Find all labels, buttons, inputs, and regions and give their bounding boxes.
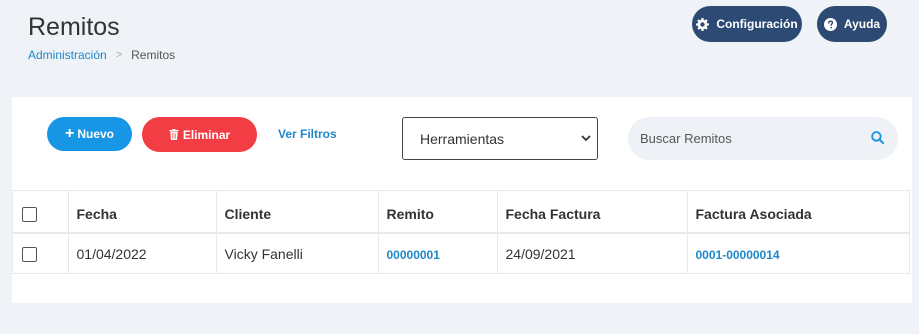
breadcrumb-separator: > — [115, 49, 123, 61]
page-title: Remitos — [28, 13, 120, 41]
select-all-cell — [13, 191, 69, 233]
table-row[interactable]: 01/04/2022 Vicky Fanelli 00000001 24/09/… — [13, 233, 909, 273]
new-button[interactable]: + Nuevo — [47, 117, 132, 151]
column-header-cliente[interactable]: Cliente — [216, 191, 379, 233]
config-button-label: Configuración — [716, 17, 798, 31]
search-input[interactable] — [640, 131, 860, 146]
new-button-label: Nuevo — [77, 127, 115, 141]
breadcrumb: Administración > Remitos — [28, 48, 175, 62]
gear-icon — [696, 17, 710, 31]
column-header-factura-asociada[interactable]: Factura Asociada — [687, 191, 909, 233]
select-all-checkbox[interactable] — [22, 206, 37, 222]
remitos-table: Fecha Cliente Remito Fecha Factura Factu… — [12, 190, 910, 274]
chevron-down-icon — [581, 131, 591, 145]
column-header-fecha-factura[interactable]: Fecha Factura — [497, 191, 688, 233]
column-header-remito[interactable]: Remito — [378, 191, 498, 233]
cell-remito-link[interactable]: 00000001 — [387, 248, 440, 262]
cell-factura-asociada-link[interactable]: 0001-00000014 — [696, 248, 780, 262]
breadcrumb-link-administracion[interactable]: Administración — [28, 48, 107, 62]
plus-icon: + — [64, 125, 75, 142]
category-select[interactable]: Herramientas — [402, 117, 598, 160]
cell-fecha: 01/04/2022 — [68, 233, 217, 273]
cell-factura-asociada-cell: 0001-00000014 — [687, 233, 909, 273]
table-header-row: Fecha Cliente Remito Fecha Factura Factu… — [13, 191, 909, 233]
cell-cliente: Vicky Fanelli — [216, 233, 379, 273]
help-button[interactable]: Ayuda — [817, 6, 887, 42]
trash-icon — [169, 129, 179, 140]
row-select-cell — [13, 233, 69, 273]
cell-fecha-factura: 24/09/2021 — [497, 233, 688, 273]
config-button[interactable]: Configuración — [692, 6, 802, 42]
delete-button-label: Eliminar — [182, 127, 231, 142]
category-select-value: Herramientas — [420, 130, 505, 147]
help-button-label: Ayuda — [843, 17, 881, 31]
delete-button[interactable]: Eliminar — [142, 117, 257, 152]
column-header-fecha[interactable]: Fecha — [68, 191, 217, 233]
show-filters-link[interactable]: Ver Filtros — [278, 127, 337, 141]
search-box — [628, 117, 898, 160]
search-icon[interactable] — [871, 131, 884, 144]
remitos-panel: + Nuevo Eliminar Ver Filtros Herramienta… — [12, 97, 912, 303]
cell-remito-cell: 00000001 — [378, 233, 498, 273]
row-checkbox[interactable] — [22, 246, 37, 262]
question-circle-icon — [823, 17, 837, 31]
breadcrumb-current: Remitos — [131, 48, 176, 62]
